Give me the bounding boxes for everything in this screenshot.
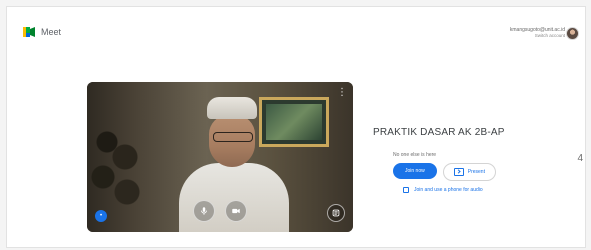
mic-icon: [201, 207, 207, 215]
cap: [207, 97, 257, 119]
join-buttons: Join now Present: [393, 163, 496, 181]
effects-button[interactable]: [327, 204, 345, 222]
avatar[interactable]: [566, 27, 579, 40]
present-button[interactable]: Present: [442, 163, 496, 181]
meet-logo-icon: [23, 27, 35, 37]
more-options-icon[interactable]: ⋮: [337, 88, 347, 98]
account-info[interactable]: kmangsugoto@unit.ac.id Switch account: [510, 27, 565, 39]
meeting-status: No one else is here: [393, 152, 437, 158]
phone-audio-link[interactable]: Join and use a phone for audio: [403, 187, 483, 193]
present-icon: [453, 168, 464, 176]
app-name: Meet: [41, 27, 62, 37]
switch-account-link[interactable]: Switch account: [510, 33, 565, 39]
phone-icon: [403, 187, 409, 193]
preview-controls: [87, 200, 353, 222]
edge-character: 4: [577, 153, 583, 164]
plant-image: [87, 122, 147, 212]
join-panel: PRAKTIK DASAR AK 2B-AP No one else is he…: [373, 127, 573, 193]
camera-icon: [232, 208, 240, 214]
video-preview: ⋮ •: [87, 82, 353, 232]
phone-audio-label: Join and use a phone for audio: [414, 187, 483, 193]
camera-toggle-button[interactable]: [225, 200, 247, 222]
top-bar: Meet kmangsugoto@unit.ac.id Switch accou…: [7, 7, 585, 51]
join-now-button[interactable]: Join now: [393, 163, 437, 179]
meeting-title: PRAKTIK DASAR AK 2B-AP: [373, 127, 505, 138]
meet-logo[interactable]: Meet: [23, 27, 61, 37]
meet-window: Meet kmangsugoto@unit.ac.id Switch accou…: [6, 6, 586, 248]
present-label: Present: [467, 169, 485, 175]
glasses: [213, 132, 253, 142]
effects-icon: [332, 209, 340, 217]
mic-toggle-button[interactable]: [193, 200, 215, 222]
